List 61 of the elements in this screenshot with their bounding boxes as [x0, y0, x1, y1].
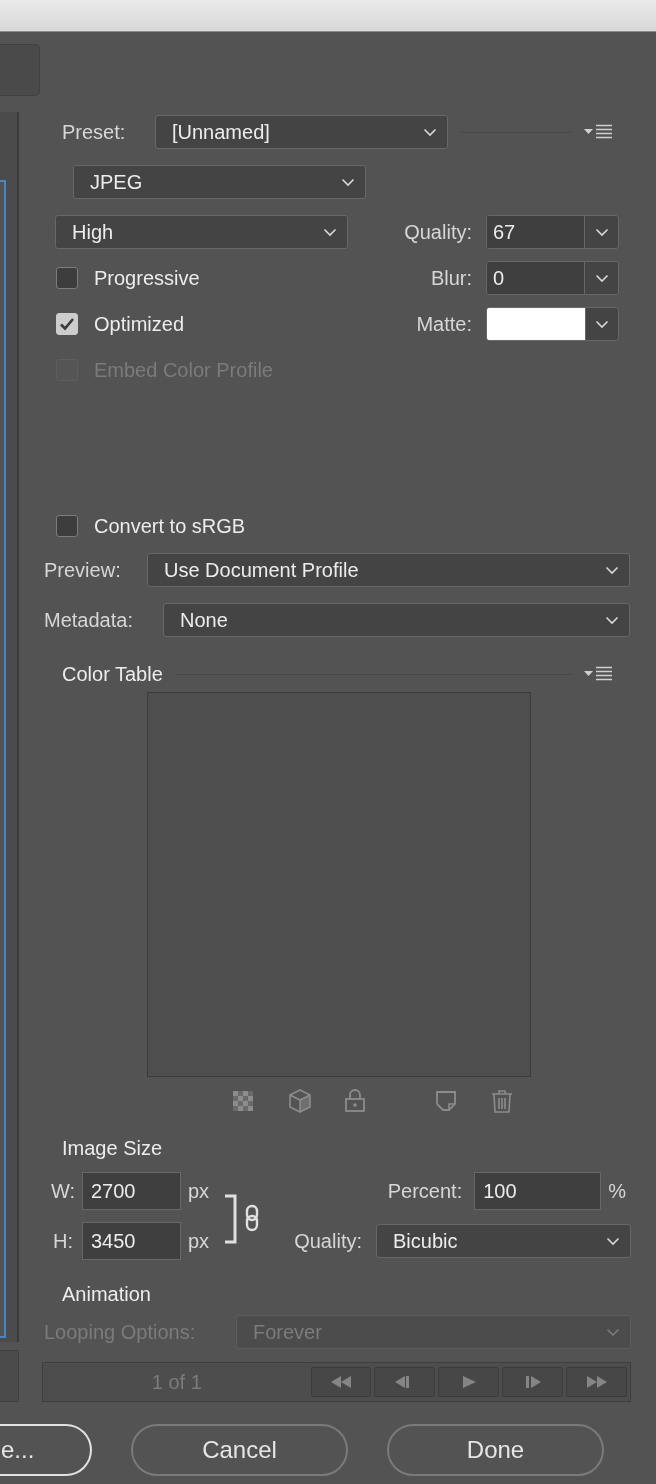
step-forward-button[interactable] — [502, 1367, 564, 1397]
field-label: Blur: — [430, 266, 472, 290]
checkbox-label: Convert to sRGB — [94, 514, 246, 538]
input-field[interactable]: 100 — [474, 1172, 602, 1210]
section-title: Image Size — [62, 1136, 163, 1160]
color-swatch-dropdown[interactable] — [486, 307, 619, 341]
chevron-down-icon — [594, 227, 609, 237]
checkerboard-icon[interactable] — [232, 1090, 254, 1112]
checkbox-label: Progressive — [94, 266, 200, 290]
dropdown[interactable]: Bicubic — [376, 1224, 631, 1258]
unit-label: px — [188, 1229, 210, 1253]
dialog-button[interactable]: Done — [387, 1424, 604, 1476]
chevron-down-icon — [423, 127, 437, 137]
rewind-button[interactable] — [310, 1367, 372, 1397]
menu-icon[interactable] — [584, 124, 612, 140]
dialog-button[interactable]: Cancel — [131, 1424, 348, 1476]
dropdown[interactable]: None — [163, 603, 630, 637]
input-field[interactable]: 3450 — [82, 1222, 181, 1260]
unit-label: px — [188, 1179, 210, 1203]
dropdown[interactable]: High — [55, 215, 348, 249]
trash-icon[interactable] — [491, 1089, 513, 1113]
chevron-down-icon — [606, 1327, 620, 1337]
checkbox[interactable] — [56, 515, 78, 537]
fast-forward-button[interactable] — [566, 1367, 627, 1397]
page-icon[interactable] — [435, 1090, 457, 1112]
fast-forward-icon — [585, 1375, 608, 1389]
checkbox[interactable] — [56, 267, 78, 289]
field-label: Quality: — [404, 220, 472, 244]
chevron-down-icon — [606, 1236, 620, 1246]
dropdown[interactable]: [Unnamed] — [155, 115, 448, 149]
field-label: Matte: — [416, 312, 472, 336]
number-combo-box[interactable]: 67 — [486, 215, 619, 249]
input-field[interactable]: 2700 — [82, 1172, 181, 1210]
dialog-button[interactable]: e... — [0, 1424, 92, 1476]
play-button[interactable] — [438, 1367, 500, 1397]
chevron-down-icon — [323, 227, 337, 237]
dropdown[interactable]: Use Document Profile — [147, 553, 630, 587]
chevron-down-icon — [605, 565, 619, 575]
number-combo-box[interactable]: 0 — [486, 261, 619, 295]
chevron-down-icon — [594, 273, 609, 283]
dropdown[interactable]: JPEG — [73, 165, 366, 199]
section-title: Color Table — [62, 662, 163, 686]
field-label: Percent: — [387, 1179, 463, 1203]
chevron-down-icon — [595, 319, 609, 329]
section-title: Animation — [62, 1282, 151, 1306]
checkbox-label: Optimized — [94, 312, 185, 336]
rewind-icon — [329, 1375, 352, 1389]
lock-icon[interactable] — [344, 1089, 366, 1113]
field-label: H: — [52, 1229, 74, 1253]
chevron-down-icon — [341, 177, 355, 187]
field-label: Metadata: — [44, 608, 134, 632]
cube-icon[interactable] — [289, 1089, 311, 1113]
field-label: W: — [49, 1179, 77, 1203]
chevron-down-icon — [605, 615, 619, 625]
field-label: Preview: — [44, 558, 122, 582]
field-label: Preset: — [62, 120, 127, 144]
menu-icon[interactable] — [584, 666, 612, 682]
step-back-button[interactable] — [374, 1367, 436, 1397]
unit-label: % — [608, 1179, 626, 1203]
field-label: Quality: — [294, 1229, 362, 1253]
checkmark-icon — [59, 317, 75, 331]
